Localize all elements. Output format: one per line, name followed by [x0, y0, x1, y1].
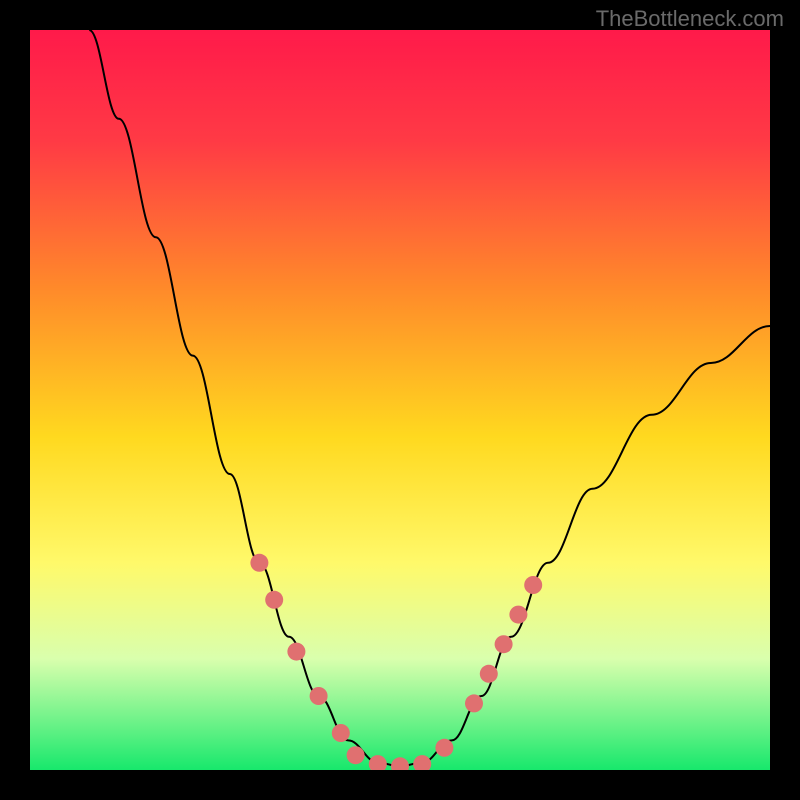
data-point [509, 606, 527, 624]
data-point [435, 739, 453, 757]
data-point [250, 554, 268, 572]
data-point [495, 635, 513, 653]
watermark-text: TheBottleneck.com [596, 6, 784, 32]
data-point [524, 576, 542, 594]
data-point [465, 694, 483, 712]
chart-container [30, 30, 770, 770]
data-point [287, 643, 305, 661]
data-point [480, 665, 498, 683]
chart-svg [30, 30, 770, 770]
data-point [347, 746, 365, 764]
data-point [332, 724, 350, 742]
data-point [265, 591, 283, 609]
data-point [310, 687, 328, 705]
chart-background [30, 30, 770, 770]
